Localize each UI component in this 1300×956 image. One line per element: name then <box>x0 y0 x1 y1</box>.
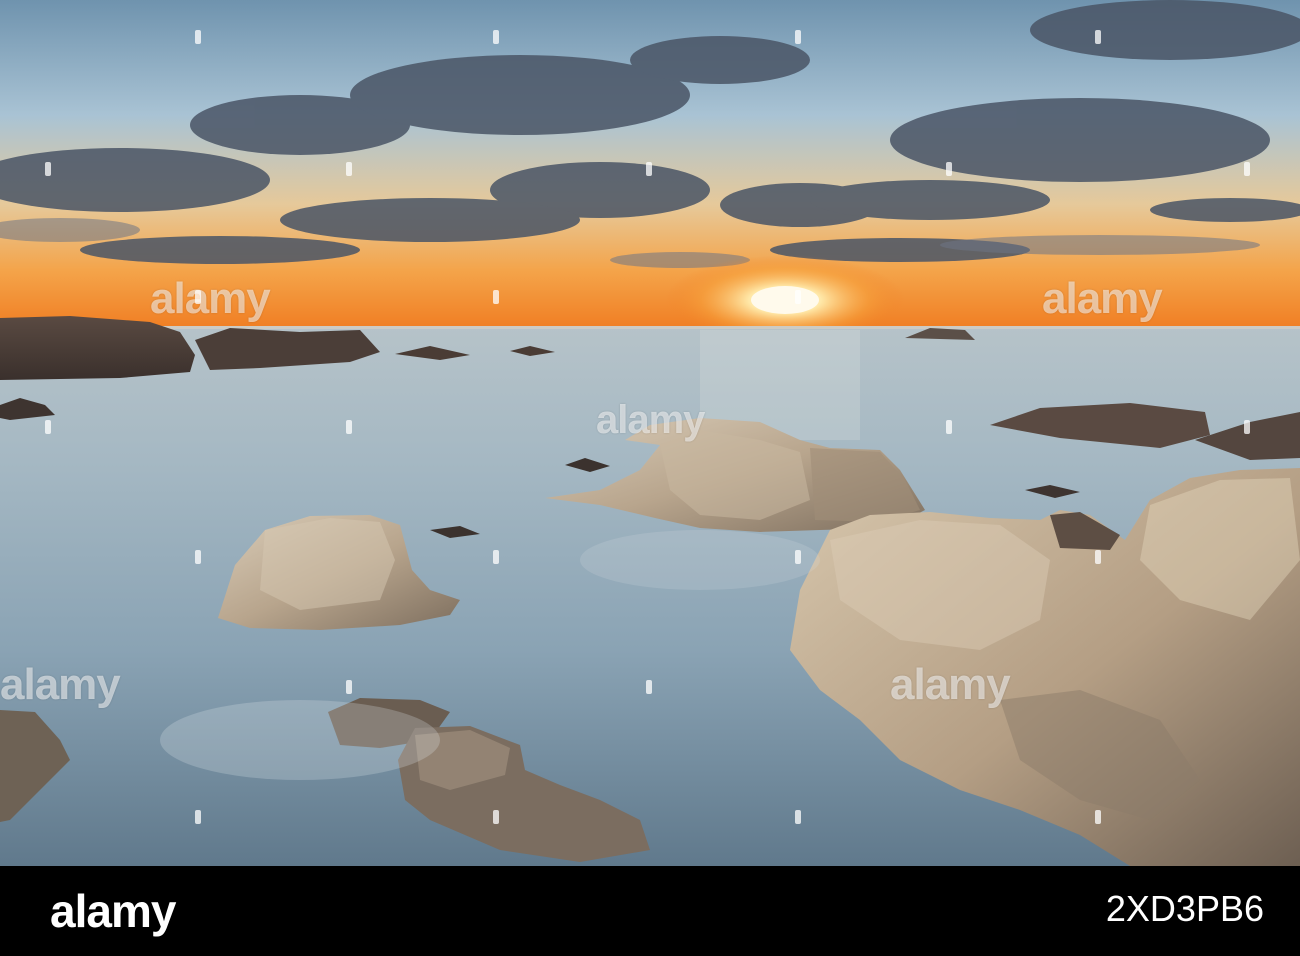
sun <box>751 286 819 314</box>
stock-image-id: 2XD3PB6 <box>1105 888 1264 929</box>
alamy-logo: alamy <box>50 885 176 937</box>
stock-photo-frame: alamy alamy alamy alamy alamy alamy 2XD3 <box>0 0 1300 956</box>
footer-bar: alamy 2XD3PB6 <box>0 866 1300 956</box>
seascape-photo <box>0 0 1300 866</box>
